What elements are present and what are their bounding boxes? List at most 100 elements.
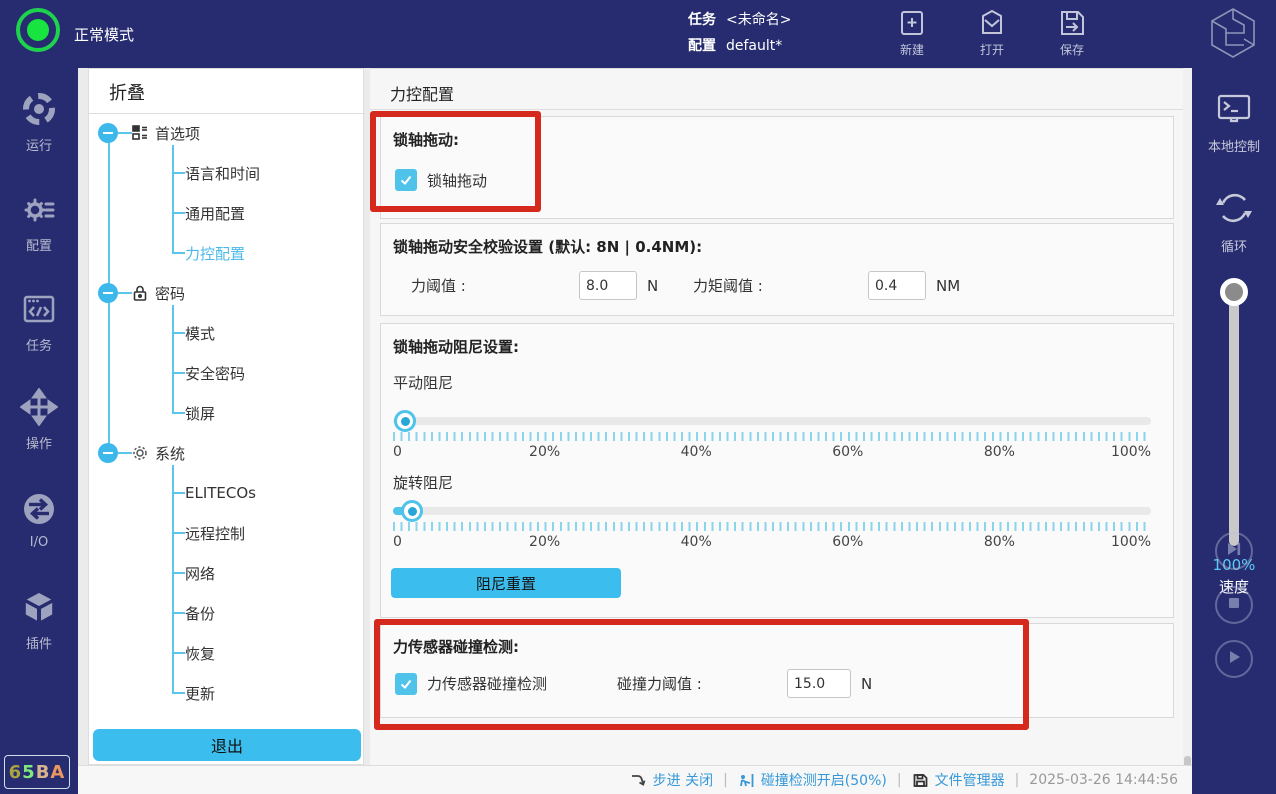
new-file-icon (895, 6, 929, 40)
tree-item-language-time[interactable]: 语言和时间 (185, 161, 260, 185)
tree-item-force-control-config[interactable]: 力控配置 (185, 241, 245, 265)
scale-label: 20% (529, 444, 560, 460)
exit-button[interactable]: 退出 (93, 729, 361, 761)
speed-slider-handle[interactable] (1220, 278, 1248, 306)
top-bar: 正常模式 任务<未命名> 配置default* 新建 打开 保存 (0, 0, 1276, 68)
lock-axis-drag-section: 锁轴拖动: 锁轴拖动 (380, 116, 1174, 219)
tree-item-password[interactable]: 密码 (131, 281, 185, 305)
play-button[interactable] (1215, 640, 1253, 678)
tree-connector (118, 452, 132, 454)
step-forward-icon (1224, 539, 1244, 563)
task-config-block: 任务<未命名> 配置default* (688, 7, 791, 59)
sidebar-item-loop[interactable]: 循环 (1192, 186, 1276, 255)
save-task-label: 保存 (1040, 41, 1104, 58)
safety-check-title: 锁轴拖动安全校验设置 (默认: 8N | 0.4NM): (393, 236, 702, 257)
lock-axis-drag-checkbox[interactable] (395, 169, 417, 191)
tree-connector (172, 372, 185, 374)
tree-item-lock-screen[interactable]: 锁屏 (185, 401, 215, 425)
sidebar-item-plugin[interactable]: 插件 (0, 588, 78, 652)
tree-connector (172, 465, 174, 693)
robot-id-badge[interactable]: 65BA (4, 755, 70, 789)
config-icon (20, 213, 58, 232)
torque-threshold-input[interactable] (868, 271, 926, 300)
tree-item-general-config[interactable]: 通用配置 (185, 201, 245, 225)
tree-connector (172, 612, 185, 614)
robot-id-char: 6 (9, 762, 23, 783)
tree-item-system[interactable]: 系统 (131, 441, 185, 465)
tree-connector (118, 132, 132, 134)
tree-connector (172, 492, 185, 494)
tree-item-mode[interactable]: 模式 (185, 321, 215, 345)
tree-item-elitecos[interactable]: ELITECOs (185, 481, 256, 505)
tree-collapse-toggle[interactable] (98, 283, 118, 303)
right-sidebar: 本地控制 循环 100% 速度 (1192, 68, 1276, 794)
speed-slider[interactable] (1229, 296, 1239, 546)
tree-item-update[interactable]: 更新 (185, 681, 215, 705)
scale-label: 60% (832, 444, 863, 460)
tree-connector (172, 692, 185, 694)
tree-item-network[interactable]: 网络 (185, 561, 215, 585)
tree-item-label: 安全密码 (185, 363, 245, 384)
force-threshold-input[interactable] (579, 271, 637, 300)
tree-item-remote-control[interactable]: 远程控制 (185, 521, 245, 545)
damping-title: 锁轴拖动阻尼设置: (393, 336, 519, 357)
tree-collapse-title[interactable]: 折叠 (109, 79, 145, 105)
tree-connector (172, 532, 185, 534)
translation-damping-slider-handle[interactable] (394, 410, 416, 432)
separator: | (1015, 772, 1020, 788)
new-task-label: 新建 (880, 41, 944, 58)
collision-detection-checkbox[interactable] (395, 673, 417, 695)
task-label: 任务 (688, 12, 716, 28)
sidebar-item-local-control[interactable]: 本地控制 (1192, 88, 1276, 155)
slider-scale: 0 20% 40% 60% 80% 100% (393, 534, 1151, 552)
scale-label: 80% (984, 444, 1015, 460)
tree-item-label: 语言和时间 (185, 163, 260, 184)
rotation-damping-slider-handle[interactable] (401, 500, 423, 522)
collision-threshold-input[interactable] (787, 669, 851, 698)
torque-threshold-label: 力矩阈值 : (693, 275, 868, 296)
separator: | (897, 772, 902, 788)
step-mode-status[interactable]: 步进 关闭 (653, 770, 713, 790)
file-manager-link[interactable]: 文件管理器 (935, 770, 1005, 790)
sidebar-item-run[interactable]: 运行 (0, 90, 78, 154)
force-threshold-label: 力阈值 : (411, 275, 579, 296)
open-task-button[interactable]: 打开 (960, 6, 1024, 58)
settings-tree-panel: 折叠 首选项 语言和时间 通用配置 力控配置 (88, 68, 364, 765)
step-forward-button[interactable] (1215, 532, 1253, 570)
tree-connector (172, 412, 185, 414)
damping-reset-button[interactable]: 阻尼重置 (391, 568, 621, 598)
sidebar-item-io[interactable]: I/O (0, 490, 78, 550)
divider (370, 109, 1183, 110)
tree-item-restore[interactable]: 恢复 (185, 641, 215, 665)
tree-item-preferences[interactable]: 首选项 (131, 121, 200, 145)
save-icon (1055, 6, 1089, 40)
scale-label: 0 (393, 444, 402, 460)
translation-damping-slider[interactable] (393, 417, 1151, 425)
config-value[interactable]: default* (726, 38, 782, 54)
tree-item-label: 模式 (185, 323, 215, 344)
tree-connector (118, 292, 132, 294)
tree-connector (172, 145, 174, 253)
vertical-scrollbar[interactable] (1183, 68, 1192, 794)
slider-ticks (393, 522, 1151, 531)
save-task-button[interactable]: 保存 (1040, 6, 1104, 58)
file-manager-icon (912, 772, 929, 789)
scale-label: 80% (984, 534, 1015, 550)
tree-collapse-toggle[interactable] (98, 123, 118, 143)
stop-button[interactable] (1215, 586, 1253, 624)
left-sidebar: 运行 配置 任务 操作 I/O (0, 68, 78, 794)
sidebar-item-config[interactable]: 配置 (0, 190, 78, 254)
local-control-label: 本地控制 (1192, 136, 1276, 155)
tree-collapse-toggle[interactable] (98, 443, 118, 463)
sidebar-item-task[interactable]: 任务 (0, 290, 78, 354)
robot-id-char: A (50, 762, 65, 783)
collision-status[interactable]: 碰撞检测开启(50%) (761, 770, 887, 790)
rotation-damping-slider[interactable] (393, 507, 1151, 515)
lock-axis-drag-checkbox-label: 锁轴拖动 (427, 170, 487, 191)
sidebar-item-operate[interactable]: 操作 (0, 388, 78, 452)
tree-item-safety-password[interactable]: 安全密码 (185, 361, 245, 385)
new-task-button[interactable]: 新建 (880, 6, 944, 58)
io-icon (20, 513, 58, 532)
tree-item-backup[interactable]: 备份 (185, 601, 215, 625)
config-label: 配置 (688, 38, 716, 54)
